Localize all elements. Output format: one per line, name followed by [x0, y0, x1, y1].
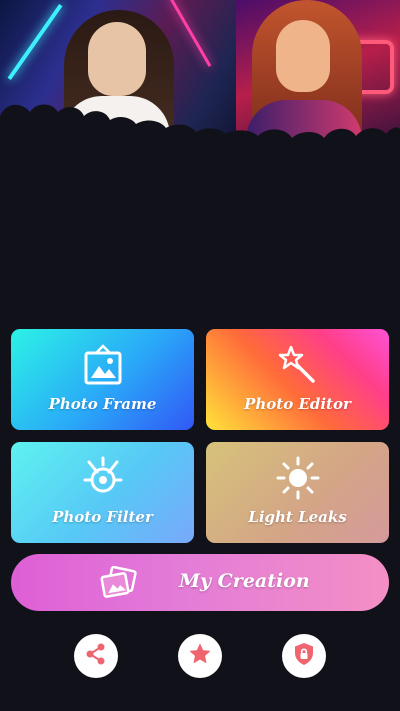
- photo-filter-label: Photo Filter: [52, 508, 153, 526]
- frame-icon: [11, 341, 194, 389]
- share-icon: [85, 643, 107, 669]
- cloud-divider: [0, 100, 400, 160]
- rate-button[interactable]: [178, 634, 222, 678]
- magic-wand-icon: [206, 341, 389, 389]
- my-creation-button[interactable]: My Creation: [11, 554, 389, 611]
- lock-shield-icon: [293, 642, 315, 670]
- privacy-button[interactable]: [282, 634, 326, 678]
- star-icon: [189, 643, 211, 669]
- my-creation-label: My Creation: [179, 570, 310, 592]
- photo-frame-button[interactable]: Photo Frame: [11, 329, 194, 430]
- photo-editor-button[interactable]: Photo Editor: [206, 329, 389, 430]
- photo-editor-label: Photo Editor: [244, 395, 351, 413]
- photo-frame-label: Photo Frame: [48, 395, 157, 413]
- filter-icon: [11, 454, 194, 502]
- light-leaks-label: Light Leaks: [248, 508, 347, 526]
- share-button[interactable]: [74, 634, 118, 678]
- light-leaks-button[interactable]: Light Leaks: [206, 442, 389, 543]
- sun-icon: [206, 454, 389, 502]
- photos-stack-icon: [99, 563, 139, 603]
- hero-banner: [0, 0, 400, 160]
- photo-filter-button[interactable]: Photo Filter: [11, 442, 194, 543]
